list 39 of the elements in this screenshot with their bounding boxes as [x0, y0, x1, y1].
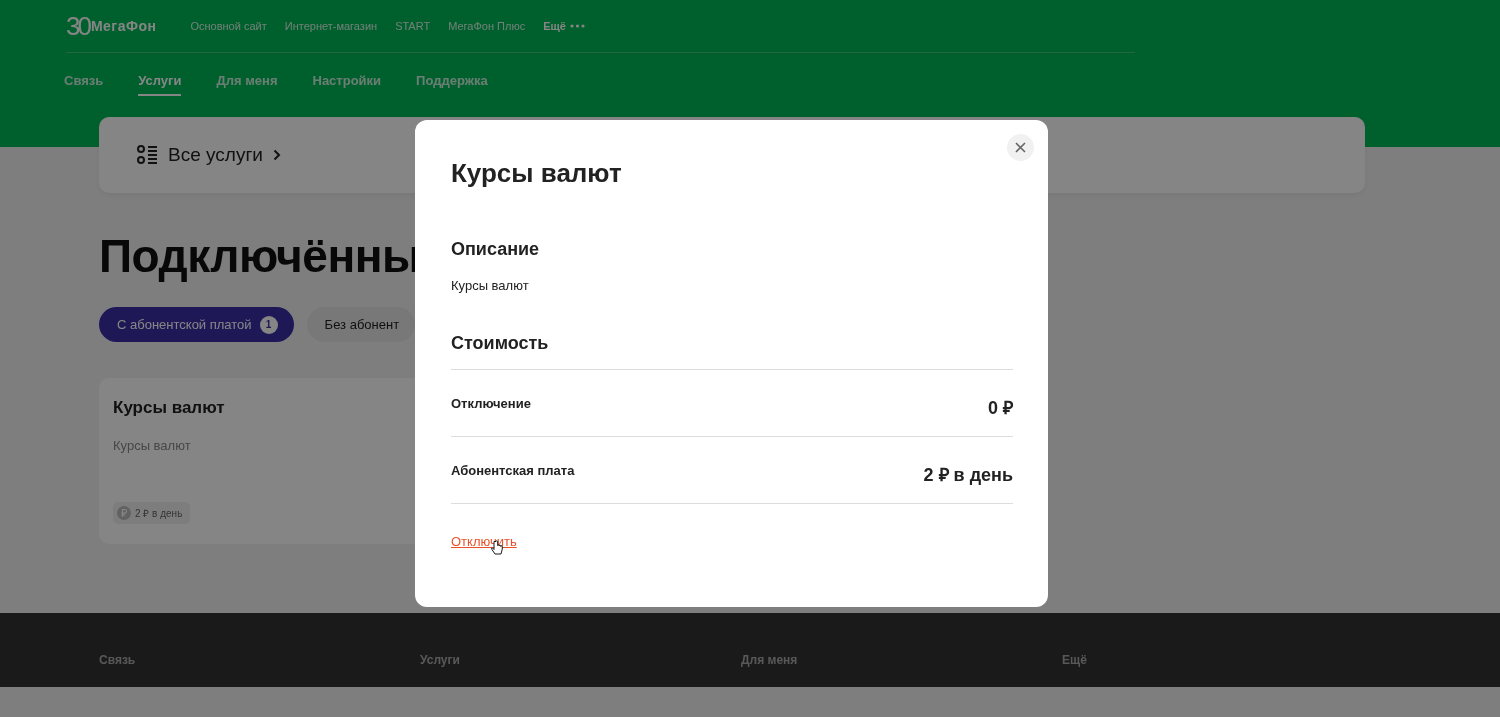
close-icon [1015, 142, 1026, 153]
cost-value: 0 ₽ [988, 397, 1013, 419]
list-icon [137, 144, 158, 166]
service-title: Курсы валют [113, 398, 226, 418]
chevron-right-icon [272, 149, 281, 161]
modal-title: Курсы валют [451, 158, 623, 189]
top-link[interactable]: Интернет-магазин [284, 20, 378, 32]
all-services-link[interactable]: Все услуги [137, 144, 281, 166]
cost-label: Отключение [451, 396, 531, 411]
section-heading: Стоимость [451, 333, 550, 354]
count-badge: 1 [259, 315, 278, 334]
cost-value: 2 ₽ в день [923, 464, 1013, 486]
page-heading: Подключённы [99, 229, 421, 283]
more-dots-icon [569, 24, 585, 28]
section-heading: Описание [451, 239, 541, 260]
logo-wordmark: МегаФон [90, 18, 157, 34]
top-link[interactable]: МегаФон Плюс [448, 20, 526, 32]
top-link[interactable]: Основной сайт [190, 20, 267, 32]
nav-tab[interactable]: Поддержка [416, 66, 488, 96]
ruble-coin-icon [117, 506, 131, 520]
service-description: Курсы валют [113, 438, 192, 453]
logo-number: 30 [66, 13, 89, 39]
filter-pill[interactable]: С абонентской платой 1 [99, 307, 294, 342]
section-text: Курсы валют [451, 278, 530, 293]
cost-label: Абонентская плата [451, 463, 575, 478]
footer-heading: Услуги [420, 653, 461, 667]
footer-heading: Для меня [741, 653, 799, 667]
filter-pill[interactable]: Без абонент [306, 307, 416, 342]
disconnect-link[interactable]: Отключить [451, 534, 517, 549]
footer-heading: Связь [99, 653, 137, 667]
nav-tab[interactable]: Настройки [312, 66, 382, 96]
footer-heading: Ещё [1062, 653, 1088, 667]
nav-tab[interactable]: Услуги [138, 66, 182, 96]
nav-tab[interactable]: Связь [64, 66, 104, 96]
nav-tab[interactable]: Для меня [216, 66, 278, 96]
price-tag: 2 ₽ в день [113, 502, 191, 524]
top-link[interactable]: START [395, 20, 431, 32]
close-button[interactable] [1007, 134, 1034, 161]
top-link[interactable]: Ещё [543, 20, 585, 32]
